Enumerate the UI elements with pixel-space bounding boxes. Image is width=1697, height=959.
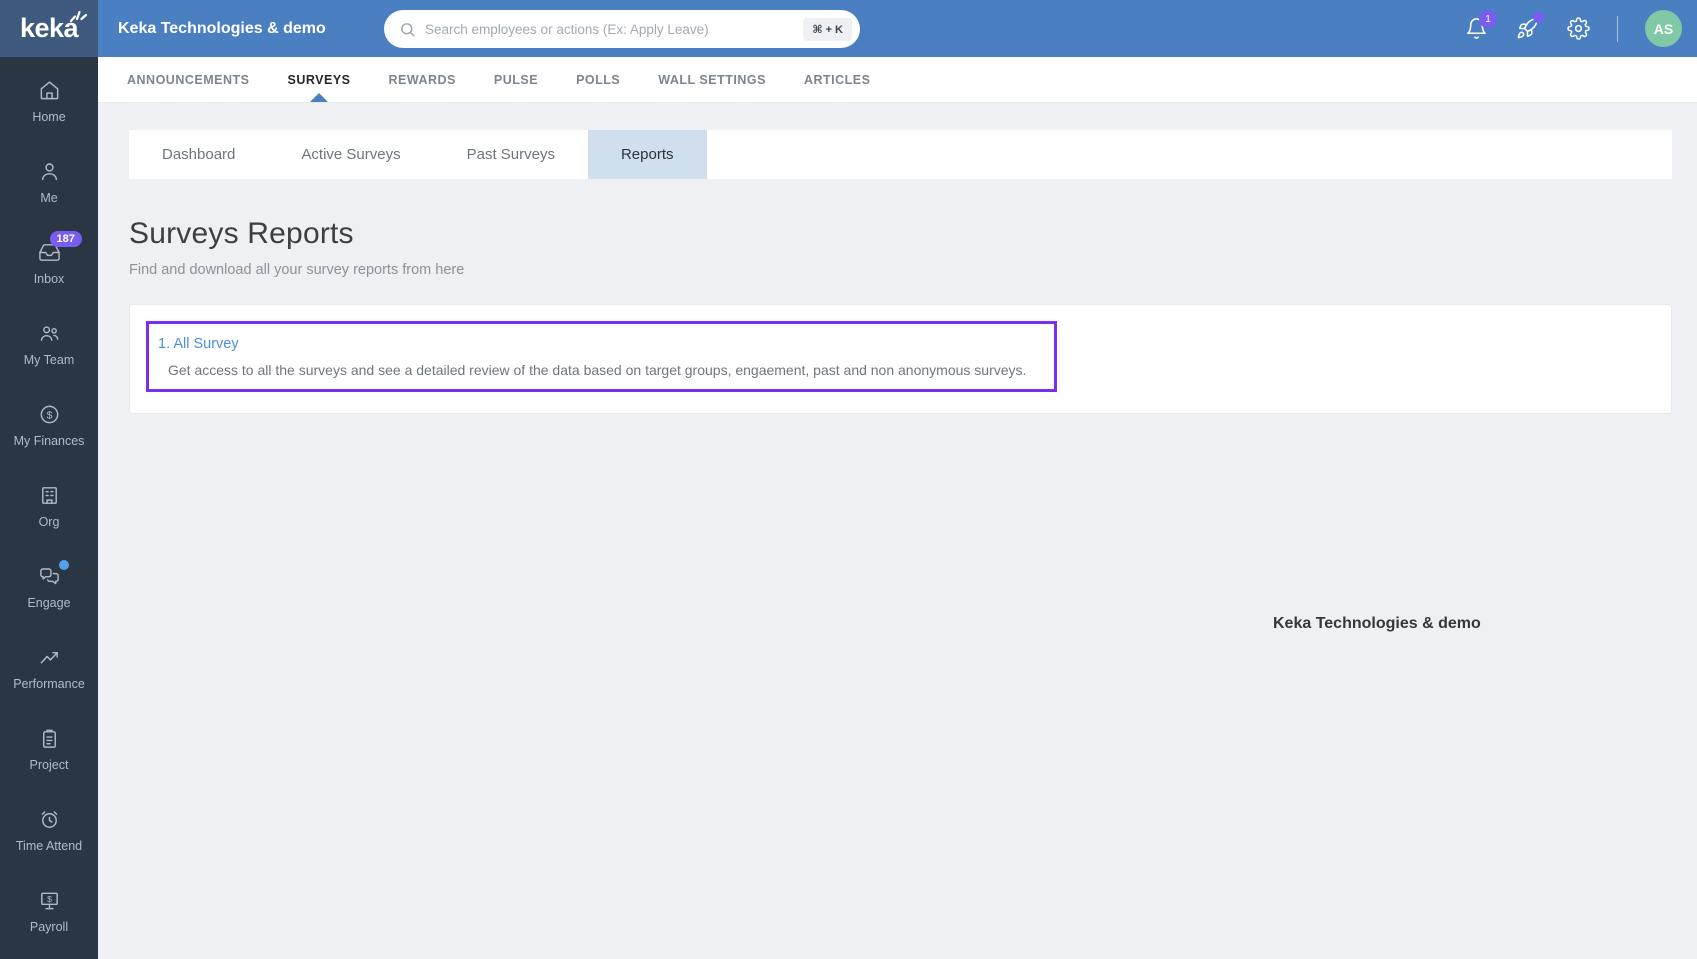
sidebar-label: Performance	[13, 677, 85, 691]
team-icon	[38, 322, 61, 345]
main-content: Dashboard Active Surveys Past Surveys Re…	[98, 103, 1697, 959]
sidebar-item-home[interactable]: Home	[0, 61, 98, 142]
sidebar-item-time-attend[interactable]: Time Attend	[0, 790, 98, 871]
monitor-dollar-icon: $	[38, 889, 61, 912]
logo-sparks-icon	[69, 8, 88, 28]
tab-past-surveys[interactable]: Past Surveys	[434, 130, 588, 179]
nav-item-surveys[interactable]: SURVEYS	[287, 57, 350, 102]
user-icon	[38, 160, 61, 183]
top-header: keka Keka Technologies & demo ⌘ + K 1	[0, 0, 1697, 57]
engage-dot-badge	[58, 560, 69, 570]
home-icon	[38, 79, 61, 102]
tab-active-surveys[interactable]: Active Surveys	[268, 130, 433, 179]
sidebar-item-payroll[interactable]: $ Payroll	[0, 871, 98, 952]
sidebar-item-me[interactable]: Me	[0, 142, 98, 223]
gear-icon	[1566, 17, 1590, 40]
nav-item-polls[interactable]: POLLS	[576, 57, 620, 102]
page-title: Surveys Reports	[129, 217, 354, 250]
sidebar-item-project[interactable]: Project	[0, 709, 98, 790]
sidebar-label: Project	[29, 758, 69, 772]
surveys-tabs: Dashboard Active Surveys Past Surveys Re…	[129, 130, 1672, 179]
all-survey-report-description: Get access to all the surveys and see a …	[168, 362, 1027, 378]
user-avatar[interactable]: AS	[1645, 10, 1682, 47]
sidebar-label: Me	[40, 191, 58, 205]
sidebar-item-my-team[interactable]: My Team	[0, 304, 98, 385]
nav-item-articles[interactable]: ARTICLES	[804, 57, 871, 102]
keka-logo[interactable]: keka	[0, 0, 98, 57]
company-watermark: Keka Technologies & demo	[1273, 615, 1481, 632]
search-input[interactable]	[425, 21, 804, 37]
svg-text:$: $	[46, 409, 52, 421]
tab-dashboard[interactable]: Dashboard	[129, 130, 268, 179]
page-header: Surveys Reports Find and download all yo…	[129, 217, 1697, 278]
sidebar-label: My Team	[23, 353, 75, 367]
settings-button[interactable]	[1566, 17, 1590, 41]
tutorial-highlight-box: 1. All Survey Get access to all the surv…	[146, 321, 1057, 392]
nav-item-pulse[interactable]: PULSE	[494, 57, 538, 102]
building-icon	[38, 484, 61, 507]
sidebar-item-performance[interactable]: Performance	[0, 628, 98, 709]
company-name: Keka Technologies & demo	[118, 19, 326, 37]
sidebar-item-engage[interactable]: Engage	[0, 547, 98, 628]
sidebar-label: My Finances	[13, 434, 85, 448]
trend-up-icon	[38, 646, 61, 669]
nav-item-announcements[interactable]: ANNOUNCEMENTS	[127, 57, 249, 102]
dollar-circle-icon: $	[38, 403, 61, 426]
nav-item-rewards[interactable]: REWARDS	[389, 57, 456, 102]
clipboard-icon	[38, 727, 61, 750]
sidebar: Home Me 187 Inbox My Team $ My Finances …	[0, 57, 98, 959]
search-shortcut-badge: ⌘ + K	[803, 17, 852, 41]
sidebar-label: Payroll	[29, 920, 69, 934]
header-actions: 1 AS	[1464, 9, 1697, 47]
page-subtitle: Find and download all your survey report…	[129, 262, 465, 278]
whats-new-dot-badge	[1533, 11, 1544, 23]
whats-new-button[interactable]	[1515, 11, 1544, 41]
svg-text:$: $	[47, 894, 52, 904]
notification-count-badge: 1	[1479, 9, 1497, 28]
global-search[interactable]: ⌘ + K	[384, 10, 860, 48]
all-survey-report-link[interactable]: 1. All Survey	[158, 336, 239, 352]
sidebar-label: Engage	[27, 596, 71, 610]
notifications-button[interactable]: 1	[1464, 9, 1497, 41]
chat-bubbles-icon	[38, 565, 61, 588]
sidebar-item-my-finances[interactable]: $ My Finances	[0, 385, 98, 466]
tab-reports[interactable]: Reports	[587, 130, 707, 179]
sidebar-label: Org	[38, 515, 60, 529]
alarm-clock-icon	[38, 808, 61, 831]
sidebar-label: Inbox	[33, 272, 65, 286]
module-nav: ANNOUNCEMENTS SURVEYS REWARDS PULSE POLL…	[98, 57, 1697, 103]
sidebar-label: Time Attend	[15, 839, 83, 853]
sidebar-item-org[interactable]: Org	[0, 466, 98, 547]
sidebar-item-inbox[interactable]: 187 Inbox	[0, 223, 98, 304]
header-divider	[1617, 15, 1618, 42]
nav-item-wall-settings[interactable]: WALL SETTINGS	[658, 57, 766, 102]
reports-card: 1. All Survey Get access to all the surv…	[129, 304, 1672, 414]
search-icon	[399, 21, 416, 38]
inbox-count-badge: 187	[49, 231, 82, 247]
sidebar-label: Home	[32, 110, 66, 124]
